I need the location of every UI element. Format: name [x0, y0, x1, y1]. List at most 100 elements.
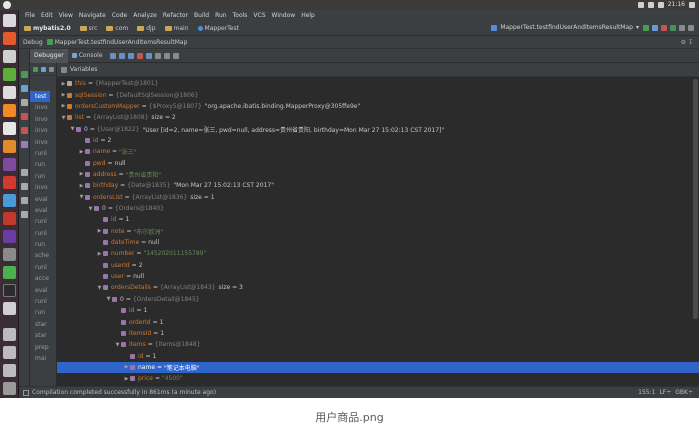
drop-frame-icon[interactable] — [154, 52, 161, 59]
drive-icon[interactable] — [3, 364, 16, 377]
expand-arrow-icon[interactable]: ▶ — [78, 183, 85, 189]
caret-position[interactable]: 155:1 — [638, 389, 655, 396]
menu-window[interactable]: Window — [269, 10, 299, 21]
frame-item[interactable]: runl — [30, 228, 56, 239]
mail-icon[interactable] — [637, 2, 644, 8]
frame-item[interactable]: prep — [30, 342, 56, 353]
variable-row[interactable]: ▶ address = "贵州省贵阳" — [57, 169, 699, 180]
menu-build[interactable]: Build — [191, 10, 212, 21]
run-configuration-select[interactable]: MapperTest.testfindUserAndItemsResultMap… — [491, 24, 639, 31]
frame-item[interactable]: run — [30, 239, 56, 250]
variable-row[interactable]: ▼ items = {Items@1848} — [57, 339, 699, 350]
expand-arrow-icon[interactable]: ▶ — [123, 376, 130, 382]
chrome-icon[interactable] — [3, 266, 16, 279]
frame-item[interactable]: star — [30, 330, 56, 341]
expand-arrow-icon[interactable]: ▶ — [123, 364, 130, 370]
drive-icon[interactable] — [3, 328, 16, 341]
settings-tool-icon[interactable] — [3, 158, 16, 171]
expand-arrow-icon[interactable]: ▶ — [60, 81, 67, 87]
network-icon[interactable] — [647, 2, 654, 8]
variable-row[interactable]: dateTime = null — [57, 237, 699, 248]
qq-icon[interactable] — [3, 194, 16, 207]
software-center-icon[interactable] — [3, 122, 16, 135]
scrollbar-thumb[interactable] — [693, 79, 698, 319]
frame-item[interactable]: runl — [30, 148, 56, 159]
frame-item[interactable]: star — [30, 319, 56, 330]
sound-icon[interactable] — [657, 2, 664, 8]
firefox-icon[interactable] — [3, 32, 16, 45]
expand-arrow-icon[interactable]: ▶ — [96, 251, 103, 257]
frame-item[interactable]: invo — [30, 125, 56, 136]
frame-item[interactable]: run — [30, 171, 56, 182]
variables-scrollbar[interactable] — [693, 79, 698, 379]
netease-music-icon[interactable] — [3, 212, 16, 225]
expand-arrow-icon[interactable]: ▶ — [96, 228, 103, 234]
menu-tools[interactable]: Tools — [230, 10, 251, 21]
frame-item[interactable]: sche — [30, 250, 56, 261]
debug-icon[interactable] — [652, 25, 658, 31]
file-encoding[interactable]: GBK÷ — [675, 389, 693, 396]
frame-item[interactable]: invo — [30, 102, 56, 113]
frame-item[interactable]: run — [30, 159, 56, 170]
search-icon[interactable] — [688, 25, 694, 31]
help-icon[interactable] — [21, 211, 28, 218]
menu-navigate[interactable]: Navigate — [76, 10, 109, 21]
debug-config-tab[interactable]: MapperTest.testfindUserAndItemsResultMap — [46, 39, 187, 46]
menu-analyze[interactable]: Analyze — [130, 10, 160, 21]
stop-icon[interactable] — [661, 25, 667, 31]
workspace-icon[interactable] — [3, 302, 16, 315]
variable-row[interactable]: ▶ birthday = {Date@1835} "Mon Mar 27 15:02:1… — [57, 180, 699, 191]
menu-refactor[interactable]: Refactor — [160, 10, 191, 21]
show-execution-point-icon[interactable] — [109, 52, 116, 59]
view-breakpoints-icon[interactable] — [21, 127, 28, 134]
breadcrumb-main[interactable]: main — [160, 25, 193, 32]
clock[interactable]: 21:16 — [668, 1, 685, 9]
frame-item[interactable]: invo — [30, 182, 56, 193]
collapse-arrow-icon[interactable]: ▼ — [78, 194, 85, 200]
variable-row[interactable]: ▼ 0 = {OrdersDetail@1845} — [57, 294, 699, 305]
variable-row[interactable]: ▶ price = "4500" — [57, 373, 699, 384]
thread-icon[interactable] — [33, 67, 38, 72]
frame-item[interactable]: test — [30, 91, 50, 103]
run-icon[interactable] — [643, 25, 649, 31]
menu-vcs[interactable]: VCS — [250, 10, 268, 21]
pin-icon[interactable] — [21, 183, 28, 190]
run-to-cursor-icon[interactable] — [163, 52, 170, 59]
variable-row[interactable]: ▶ number = "145202011155789" — [57, 248, 699, 259]
variable-row[interactable]: ▼ 0 = {Orders@1840} — [57, 203, 699, 214]
variable-row[interactable]: ▼ 0 = {User@1822} "User [id=2, name=张三, pwd=… — [57, 123, 699, 134]
collapse-arrow-icon[interactable]: ▼ — [96, 285, 103, 291]
variable-row[interactable]: ▶ name = "笔记本电脑" — [57, 361, 699, 374]
impress-icon[interactable] — [3, 104, 16, 117]
dash-search-icon[interactable] — [3, 14, 16, 27]
expand-arrow-icon[interactable]: ▶ — [60, 103, 67, 109]
collapse-arrow-icon[interactable]: ▼ — [114, 342, 121, 348]
tab-debugger[interactable]: Debugger — [30, 48, 68, 63]
intellij-idea-icon[interactable] — [3, 230, 16, 243]
settings-gear-icon[interactable] — [689, 2, 695, 8]
breadcrumb-project[interactable]: mybatis2.0 — [19, 25, 75, 32]
variable-row[interactable]: itemsId = 1 — [57, 328, 699, 339]
collapse-arrow-icon[interactable]: ▼ — [69, 126, 76, 132]
pause-icon[interactable] — [21, 99, 28, 106]
breadcrumb-src[interactable]: src — [75, 25, 102, 32]
step-out-icon[interactable] — [145, 52, 152, 59]
rerun-icon[interactable] — [21, 71, 28, 78]
debug-window-options-icon[interactable]: ⚙ ↧ — [681, 39, 693, 46]
variable-row[interactable]: ▶ note = "布尔欧洲" — [57, 226, 699, 237]
calc-icon[interactable] — [3, 68, 16, 81]
evaluate-expression-icon[interactable] — [172, 52, 179, 59]
ubuntu-logo-icon[interactable] — [3, 1, 11, 9]
resume-icon[interactable] — [21, 85, 28, 92]
expand-arrow-icon[interactable]: ▶ — [60, 92, 67, 98]
mute-breakpoints-icon[interactable] — [21, 141, 28, 148]
variable-row[interactable]: id = 1 — [57, 214, 699, 225]
stop-icon[interactable] — [21, 113, 28, 120]
breadcrumb-com[interactable]: com — [101, 25, 132, 32]
step-into-icon[interactable] — [127, 52, 134, 59]
line-separator[interactable]: LF÷ — [659, 389, 671, 396]
usb-drive-icon[interactable] — [3, 248, 16, 261]
collapse-arrow-icon[interactable]: ▼ — [60, 115, 67, 121]
variable-row[interactable]: id = 2 — [57, 135, 699, 146]
variable-row[interactable]: ▶ this = {MapperTest@1801} — [57, 78, 699, 89]
